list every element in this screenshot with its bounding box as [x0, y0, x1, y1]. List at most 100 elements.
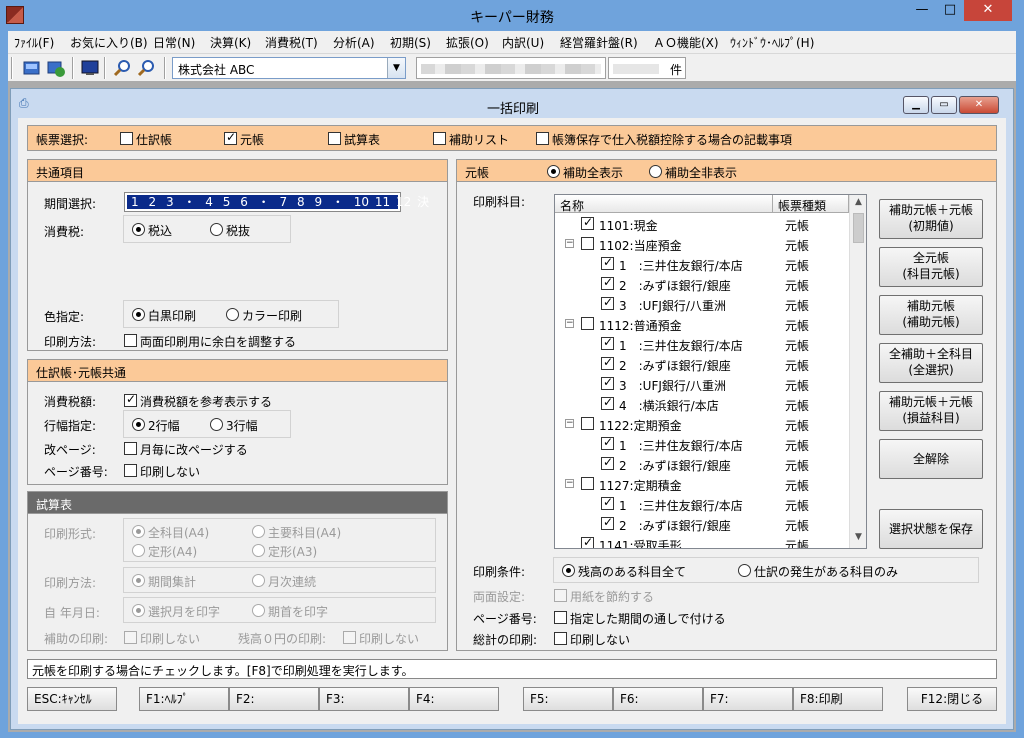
- dialog-maximize-button[interactable]: ▭: [931, 96, 957, 114]
- scroll-thumb[interactable]: [853, 213, 864, 243]
- month-6[interactable]: 6: [240, 195, 248, 209]
- tree-row[interactable]: 2 :みずほ銀行/銀座 元帳: [555, 514, 847, 534]
- hide-all-sub-label[interactable]: 補助全非表示: [665, 164, 737, 181]
- scroll-down-icon[interactable]: ▼: [850, 532, 866, 546]
- tree-row[interactable]: 4 :横浜銀行/本店 元帳: [555, 394, 847, 414]
- row-checkbox[interactable]: [581, 215, 594, 230]
- fixed-a3-label[interactable]: 定形(A3): [268, 543, 317, 560]
- period-total-label[interactable]: 期間集計: [148, 573, 196, 590]
- main-subjects-radio[interactable]: [252, 525, 265, 538]
- three-row-radio[interactable]: [210, 418, 223, 431]
- total-print-option-label[interactable]: 印刷しない: [570, 631, 630, 648]
- tree-row[interactable]: 1141:受取手形 元帳: [555, 534, 847, 548]
- menu-breakdown[interactable]: 内訳(U): [502, 34, 544, 51]
- journal-label[interactable]: 仕訳帳: [136, 131, 172, 148]
- row-checkbox[interactable]: [601, 295, 614, 310]
- tree-row[interactable]: − 1112:普通預金 元帳: [555, 314, 847, 334]
- monitor-icon[interactable]: [80, 58, 100, 78]
- month-3[interactable]: 3: [166, 195, 174, 209]
- row-checkbox[interactable]: [601, 335, 614, 350]
- page-number-option-label[interactable]: 印刷しない: [140, 463, 200, 480]
- period-selector[interactable]: 1 2 3 ・ 4 5 6 ・ 7 8 9 ・ 10 11 12 決: [124, 192, 429, 212]
- month-10[interactable]: 10: [354, 195, 369, 209]
- continuous-page-label[interactable]: 指定した期間の通しで付ける: [570, 610, 726, 627]
- tree-row[interactable]: 3 :UFJ銀行/八重洲 元帳: [555, 374, 847, 394]
- month-12[interactable]: 12: [396, 195, 411, 209]
- tree-row[interactable]: 1 :三井住友銀行/本店 元帳: [555, 434, 847, 454]
- subject-tree-list[interactable]: 名称 帳票種類 1101:現金元帳−1102:当座預金元帳1 :三井住友銀行/本…: [554, 194, 867, 549]
- page-break-option-label[interactable]: 月毎に改ページする: [140, 441, 248, 458]
- row-checkbox[interactable]: [601, 375, 614, 390]
- period-start-radio[interactable]: [252, 604, 265, 617]
- row-checkbox[interactable]: [601, 255, 614, 270]
- menu-extension[interactable]: 拡張(O): [446, 34, 489, 51]
- selected-month-radio[interactable]: [132, 604, 145, 617]
- menu-window-help[interactable]: ｳｨﾝﾄﾞｳ･ﾍﾙﾌﾟ(H): [730, 34, 814, 51]
- db-refresh-icon[interactable]: [46, 58, 66, 78]
- tax-excluded-label[interactable]: 税抜: [226, 222, 250, 239]
- journal-checkbox[interactable]: [120, 132, 133, 145]
- zoom-in-icon[interactable]: [112, 58, 132, 78]
- with-entries-radio[interactable]: [738, 564, 751, 577]
- zoom-out-icon[interactable]: [136, 58, 156, 78]
- trial-balance-label[interactable]: 試算表: [344, 131, 380, 148]
- row-checkbox[interactable]: [581, 237, 594, 250]
- menu-file[interactable]: ﾌｧｲﾙ(F): [14, 34, 54, 51]
- two-row-radio[interactable]: [132, 418, 145, 431]
- row-checkbox[interactable]: [601, 495, 614, 510]
- db-open-icon[interactable]: [22, 58, 42, 78]
- tax-excluded-radio[interactable]: [210, 223, 223, 236]
- tree-row[interactable]: 3 :UFJ銀行/八重洲 元帳: [555, 294, 847, 314]
- preset-all-ledger-button[interactable]: 全元帳 (科目元帳): [879, 247, 983, 287]
- fixed-a4-radio[interactable]: [132, 544, 145, 557]
- with-balance-radio[interactable]: [562, 564, 575, 577]
- tax-amount-option-label[interactable]: 消費税額を参考表示する: [140, 393, 272, 410]
- period-total-radio[interactable]: [132, 574, 145, 587]
- row-checkbox[interactable]: [601, 275, 614, 290]
- ledger-label[interactable]: 元帳: [240, 131, 264, 148]
- three-row-label[interactable]: 3行幅: [226, 417, 258, 434]
- column-type-header[interactable]: 帳票種類: [773, 195, 849, 213]
- row-checkbox[interactable]: [581, 317, 594, 330]
- close-button[interactable]: ✕: [964, 0, 1012, 21]
- row-checkbox[interactable]: [601, 515, 614, 530]
- month-2[interactable]: 2: [148, 195, 156, 209]
- month-9[interactable]: 9: [314, 195, 322, 209]
- menu-compass[interactable]: 経営羅針盤(R): [560, 34, 638, 51]
- duplex-margin-label[interactable]: 両面印刷用に余白を調整する: [140, 333, 296, 350]
- show-all-sub-label[interactable]: 補助全表示: [563, 164, 623, 181]
- tax-included-label[interactable]: 税込: [148, 222, 172, 239]
- tax-credit-record-checkbox[interactable]: [536, 132, 549, 145]
- zero-balance-checkbox[interactable]: [343, 631, 356, 644]
- all-subjects-label[interactable]: 全科目(A4): [148, 524, 209, 541]
- monochrome-radio[interactable]: [132, 308, 145, 321]
- preset-profit-loss-button[interactable]: 補助元帳＋元帳 (損益科目): [879, 391, 983, 431]
- save-paper-checkbox[interactable]: [554, 589, 567, 602]
- row-checkbox[interactable]: [581, 477, 594, 490]
- collapse-icon[interactable]: −: [565, 479, 574, 488]
- selected-month-label[interactable]: 選択月を印字: [148, 603, 220, 620]
- menu-favorites[interactable]: お気に入り(B): [70, 34, 148, 51]
- row-checkbox[interactable]: [581, 417, 594, 430]
- row-checkbox[interactable]: [601, 395, 614, 410]
- duplex-margin-checkbox[interactable]: [124, 334, 137, 347]
- f2-button[interactable]: F2:: [229, 687, 319, 711]
- preset-sub-ledger-button[interactable]: 補助元帳 (補助元帳): [879, 295, 983, 335]
- trial-balance-checkbox[interactable]: [328, 132, 341, 145]
- tree-row[interactable]: 1101:現金 元帳: [555, 214, 847, 234]
- menu-daily[interactable]: 日常(N): [153, 34, 195, 51]
- month-closing[interactable]: 決: [417, 195, 429, 209]
- f5-button[interactable]: F5:: [523, 687, 613, 711]
- tree-row[interactable]: 1 :三井住友銀行/本店 元帳: [555, 334, 847, 354]
- main-subjects-label[interactable]: 主要科目(A4): [268, 524, 341, 541]
- tree-row[interactable]: − 1102:当座預金 元帳: [555, 234, 847, 254]
- clear-all-button[interactable]: 全解除: [879, 439, 983, 479]
- f1-help-button[interactable]: F1:ﾍﾙﾌﾟ: [139, 687, 229, 711]
- dialog-minimize-button[interactable]: ▁: [903, 96, 929, 114]
- fixed-a3-radio[interactable]: [252, 544, 265, 557]
- with-entries-label[interactable]: 仕訳の発生がある科目のみ: [754, 563, 898, 580]
- maximize-button[interactable]: □: [936, 0, 964, 21]
- sub-print-checkbox[interactable]: [124, 631, 137, 644]
- f3-button[interactable]: F3:: [319, 687, 409, 711]
- month-5[interactable]: 5: [223, 195, 231, 209]
